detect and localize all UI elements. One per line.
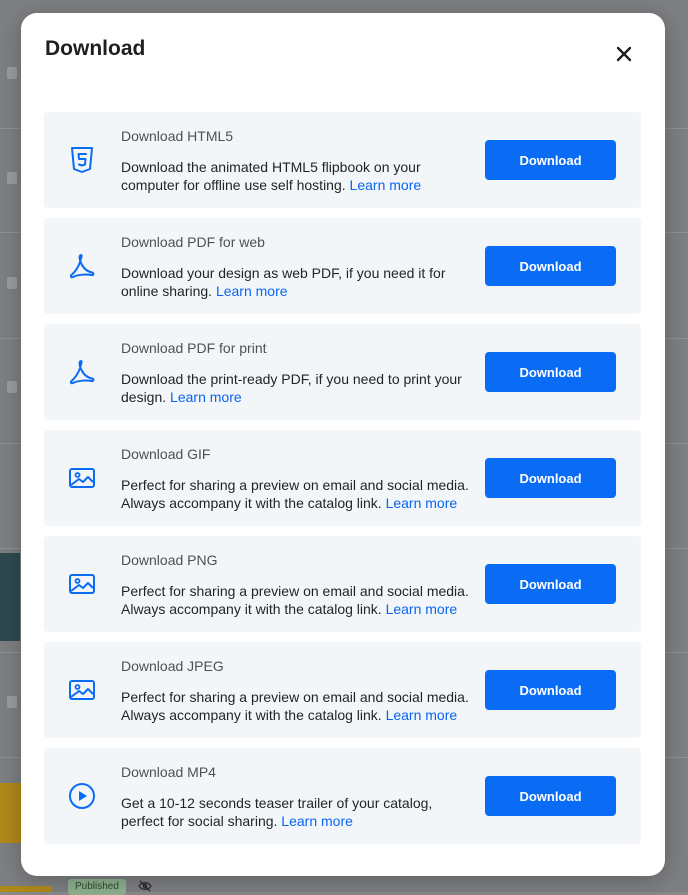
option-title: Download MP4 [121, 764, 216, 780]
learn-more-link[interactable]: Learn more [170, 389, 242, 405]
background-thumbnail [0, 553, 20, 641]
pdf-icon [66, 356, 98, 388]
download-pdf-print-button[interactable]: Download [485, 352, 616, 392]
html5-icon [66, 144, 98, 176]
option-description: Download your design as web PDF, if you … [121, 265, 446, 299]
option-description: Get a 10-12 seconds teaser trailer of yo… [121, 795, 433, 829]
image-icon [66, 462, 98, 494]
download-option-html5: Download HTML5 Download the animated HTM… [44, 112, 641, 208]
status-badge: Published [68, 879, 126, 895]
option-title: Download PDF for print [121, 340, 267, 356]
learn-more-link[interactable]: Learn more [386, 707, 458, 723]
pdf-icon [66, 250, 98, 282]
download-mp4-button[interactable]: Download [485, 776, 616, 816]
hidden-eye-icon [138, 880, 152, 892]
background-checkbox [7, 696, 17, 708]
option-title: Download PDF for web [121, 234, 265, 250]
download-html5-button[interactable]: Download [485, 140, 616, 180]
option-title: Download GIF [121, 446, 211, 462]
background-checkbox [7, 277, 17, 289]
option-description: Perfect for sharing a preview on email a… [121, 689, 469, 723]
option-title: Download PNG [121, 552, 218, 568]
download-gif-button[interactable]: Download [485, 458, 616, 498]
learn-more-link[interactable]: Learn more [386, 601, 458, 617]
download-option-pdf-print: Download PDF for print Download the prin… [44, 324, 641, 420]
background-thumbnail [0, 886, 52, 892]
close-icon [616, 46, 632, 62]
close-button[interactable] [611, 41, 637, 67]
download-option-gif: Download GIF Perfect for sharing a previ… [44, 430, 641, 526]
download-options-list: Download HTML5 Download the animated HTM… [44, 112, 641, 854]
learn-more-link[interactable]: Learn more [281, 813, 353, 829]
option-description: Download the animated HTML5 flipbook on … [121, 159, 422, 193]
background-thumbnail [0, 783, 22, 843]
image-icon [66, 568, 98, 600]
download-option-mp4: Download MP4 Get a 10-12 seconds teaser … [44, 748, 641, 844]
option-title: Download HTML5 [121, 128, 234, 144]
dialog-title: Download [45, 37, 146, 60]
background-checkbox [7, 381, 17, 393]
download-option-pdf-web: Download PDF for web Download your desig… [44, 218, 641, 314]
option-description: Perfect for sharing a preview on email a… [121, 477, 469, 511]
background-checkbox [7, 67, 17, 79]
download-option-png: Download PNG Perfect for sharing a previ… [44, 536, 641, 632]
option-description: Perfect for sharing a preview on email a… [121, 583, 469, 617]
learn-more-link[interactable]: Learn more [216, 283, 288, 299]
background-checkbox [7, 172, 17, 184]
image-icon [66, 674, 98, 706]
learn-more-link[interactable]: Learn more [386, 495, 458, 511]
download-pdf-web-button[interactable]: Download [485, 246, 616, 286]
play-icon [66, 780, 98, 812]
option-description: Download the print-ready PDF, if you nee… [121, 371, 462, 405]
download-png-button[interactable]: Download [485, 564, 616, 604]
learn-more-link[interactable]: Learn more [350, 177, 422, 193]
option-title: Download JPEG [121, 658, 224, 674]
download-jpeg-button[interactable]: Download [485, 670, 616, 710]
download-dialog: Download Download HTML5 Download the ani… [21, 13, 665, 876]
download-option-jpeg: Download JPEG Perfect for sharing a prev… [44, 642, 641, 738]
